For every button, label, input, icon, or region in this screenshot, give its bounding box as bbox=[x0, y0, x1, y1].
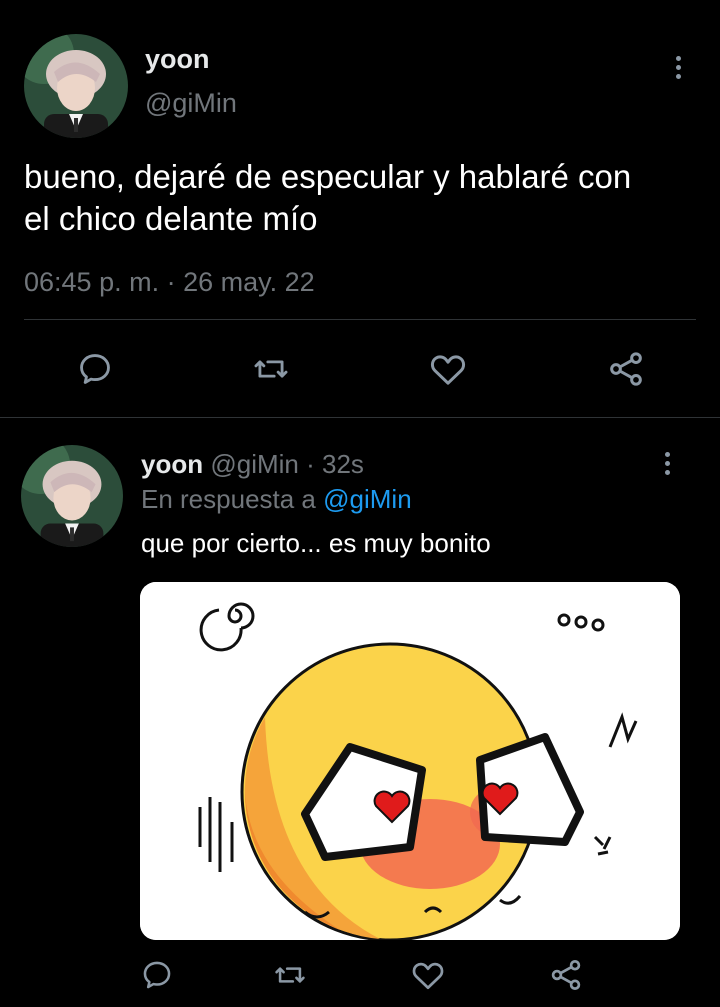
reply-author-name[interactable]: yoon bbox=[141, 449, 203, 479]
reply-author-handle[interactable]: @giMin bbox=[210, 449, 299, 479]
emoji-illustration bbox=[140, 582, 680, 940]
like-icon[interactable] bbox=[428, 349, 468, 389]
reply-more-icon[interactable] bbox=[660, 452, 674, 475]
reply-avatar[interactable] bbox=[21, 445, 123, 547]
section-divider bbox=[0, 417, 720, 418]
reply-text: que por cierto... es muy bonito bbox=[141, 528, 491, 558]
reply-header: yoon @giMin · 32s bbox=[141, 449, 364, 480]
reply-context-prefix: En respuesta a bbox=[141, 484, 316, 514]
main-author-name[interactable]: yoon bbox=[145, 44, 210, 75]
reply-context: En respuesta a @giMin bbox=[141, 484, 412, 515]
main-tweet-text: bueno, dejaré de especular y hablaré con… bbox=[24, 156, 631, 240]
reply-image[interactable] bbox=[140, 582, 680, 940]
reply-share-icon[interactable] bbox=[548, 957, 584, 993]
retweet-icon[interactable] bbox=[251, 350, 291, 388]
main-timestamp[interactable]: 06:45 p. m. · 26 may. 22 bbox=[24, 267, 315, 298]
share-icon[interactable] bbox=[606, 349, 646, 389]
reply-retweet-icon[interactable] bbox=[272, 958, 308, 992]
main-avatar[interactable] bbox=[24, 34, 128, 138]
reply-reply-icon[interactable] bbox=[140, 958, 174, 992]
reply-to-link[interactable]: @giMin bbox=[323, 484, 412, 514]
reply-icon[interactable] bbox=[76, 350, 114, 388]
main-tweet-text-line1: bueno, dejaré de especular y hablaré con bbox=[24, 158, 632, 195]
main-divider bbox=[24, 319, 696, 320]
main-tweet-text-line2: el chico delante mío bbox=[24, 200, 318, 237]
reply-like-icon[interactable] bbox=[410, 957, 446, 993]
main-more-icon[interactable] bbox=[671, 56, 685, 79]
main-author-handle[interactable]: @giMin bbox=[145, 88, 237, 119]
reply-time-ago[interactable]: · 32s bbox=[306, 449, 364, 479]
